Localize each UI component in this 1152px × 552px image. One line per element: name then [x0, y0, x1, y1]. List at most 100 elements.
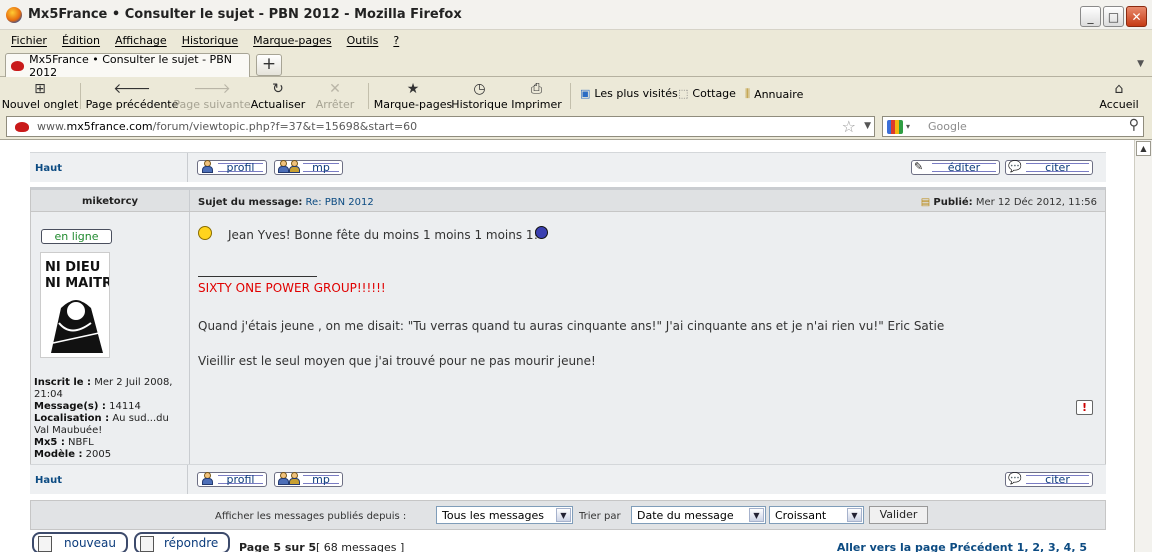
localisation-label: Localisation : [34, 413, 110, 424]
mp-button[interactable]: mp [274, 472, 343, 487]
firefox-logo-icon [6, 6, 22, 23]
menu-edition[interactable]: Édition [62, 34, 100, 47]
annuaire-label: Annuaire [754, 87, 804, 101]
stop-button[interactable]: ✕ Arrêter [316, 77, 355, 114]
menu-affichage[interactable]: Affichage [115, 34, 167, 47]
tab-bar: Mx5France • Consulter le sujet - PBN 201… [0, 51, 1152, 79]
minimize-button[interactable]: _ [1080, 6, 1101, 27]
navigation-toolbar: ⊞ Nouvel onglet 🡐 Page précédente 🡒 Page… [0, 77, 1152, 114]
subject-label: Sujet du message: [198, 197, 303, 208]
user-icon [202, 160, 213, 173]
haut-link[interactable]: Haut [35, 163, 62, 174]
google-logo-icon [887, 119, 903, 134]
profil-button[interactable]: profil [197, 472, 267, 487]
url-domain: mx5france.com [66, 120, 153, 133]
url-path: /forum/viewtopic.php?f=37&t=15698&start=… [152, 120, 418, 133]
menu-marque-pages[interactable]: Marque-pages [253, 34, 331, 47]
reply-button[interactable]: répondre [134, 532, 230, 552]
reload-icon: ↻ [272, 80, 284, 97]
reply-label: répondre [164, 536, 219, 550]
sort-select[interactable]: Date du message ▼ [631, 506, 766, 524]
haut-link[interactable]: Haut [35, 475, 62, 486]
site-favicon-icon [11, 61, 25, 71]
tab-list-chevron-icon[interactable]: ▼ [1137, 59, 1144, 69]
home-button[interactable]: ⌂ Accueil [1099, 77, 1139, 114]
editer-label: éditer [932, 162, 996, 173]
mp-button[interactable]: mp [274, 160, 343, 175]
tab-mx5france[interactable]: Mx5France • Consulter le sujet - PBN 201… [5, 53, 250, 79]
valider-button[interactable]: Valider [869, 506, 928, 524]
printer-icon: ⎙ [530, 80, 543, 97]
home-label: Accueil [1099, 98, 1139, 111]
report-button[interactable]: ! [1076, 400, 1093, 415]
subject-value[interactable]: Re: PBN 2012 [306, 197, 374, 208]
menu-fichier[interactable]: Fichier [11, 34, 47, 47]
reload-label: Actualiser [250, 98, 306, 111]
signature-divider [198, 276, 317, 277]
post-author[interactable]: miketorcy [31, 196, 189, 207]
bookmark-annuaire[interactable]: ⫼ Annuaire [745, 87, 803, 101]
citer-button[interactable]: 💬 citer [1005, 160, 1093, 175]
editer-button[interactable]: ✎ éditer [911, 160, 1000, 175]
mx5-label: Mx5 : [34, 437, 65, 448]
menu-help[interactable]: ? [393, 34, 399, 47]
pencil-icon: ✎ [914, 160, 924, 173]
print-button[interactable]: ⎙ Imprimer [511, 77, 562, 114]
engine-chevron-icon[interactable]: ▾ [906, 122, 910, 131]
new-tab-label: Nouvel onglet [1, 98, 79, 111]
post-line-3: Vieillir est le seul moyen que j'ai trou… [198, 354, 596, 368]
citer-button[interactable]: 💬 citer [1005, 472, 1093, 487]
post-footer-row: Haut profil mp 💬 citer [30, 464, 1106, 494]
mp-label: mp [303, 162, 339, 173]
profil-button[interactable]: profil [197, 160, 267, 175]
post-line-2: Quand j'étais jeune , on me disait: "Tu … [198, 319, 945, 333]
url-dropdown-chevron-icon[interactable]: ▼ [864, 121, 871, 131]
profil-label: profil [218, 474, 263, 485]
order-select[interactable]: Croissant ▼ [769, 506, 864, 524]
profil-label: profil [218, 162, 263, 173]
published-label: Publié: [933, 197, 973, 208]
url-input[interactable]: www. mx5france.com/forum/viewtopic.php?f=… [6, 116, 875, 137]
reply-page-icon [140, 536, 154, 552]
bookmarks-button[interactable]: ★ Marque-pages [374, 77, 452, 114]
speech-bubble-icon: 💬 [1008, 472, 1022, 485]
user-icon [202, 472, 213, 485]
citer-label: citer [1026, 162, 1089, 173]
since-value: Tous les messages [442, 508, 544, 522]
bookmarks-label: Marque-pages [373, 98, 453, 111]
back-button[interactable]: 🡐 Page précédente [86, 77, 179, 114]
menu-outils[interactable]: Outils [347, 34, 379, 47]
online-status-badge: en ligne [41, 229, 112, 244]
order-value: Croissant [775, 508, 827, 522]
chevron-down-icon: ▼ [847, 508, 862, 522]
post-subject: Sujet du message: Re: PBN 2012 [198, 197, 374, 208]
maximize-button[interactable]: □ [1103, 6, 1124, 27]
clock-icon: ◷ [473, 80, 486, 97]
search-input[interactable]: ▾ Google ⚲ [882, 116, 1144, 137]
new-topic-button[interactable]: nouveau [32, 532, 128, 552]
scroll-up-chevron-icon[interactable]: ▲ [1136, 141, 1151, 156]
page-info: Page 5 sur 5 [239, 541, 317, 552]
avatar[interactable]: NI DIEU NI MAITRE! [40, 252, 110, 358]
reload-button[interactable]: ↻ Actualiser [251, 77, 306, 114]
since-select[interactable]: Tous les messages ▼ [436, 506, 573, 524]
bookmark-cottage[interactable]: ⬚ Cottage [678, 87, 736, 100]
forward-button[interactable]: 🡒 Page suivante [173, 77, 250, 114]
bookmark-star-icon[interactable]: ☆ [842, 117, 856, 136]
mp-label: mp [303, 474, 339, 485]
vertical-scrollbar[interactable]: ▲ [1134, 140, 1152, 552]
new-tab-button[interactable]: + [256, 54, 282, 76]
close-button[interactable]: ✕ [1126, 6, 1147, 27]
menu-historique[interactable]: Historique [182, 34, 238, 47]
post-footer-left: Haut [30, 153, 188, 182]
history-button[interactable]: ◷ Historique [451, 77, 507, 114]
bookmark-most-visited[interactable]: ▣ Les plus visités [580, 87, 678, 100]
stop-x-icon: ✕ [329, 80, 341, 97]
pagination[interactable]: Aller vers la page Précédent 1, 2, 3, 4,… [837, 541, 1087, 552]
url-prefix: www. [37, 120, 67, 133]
toolbar-separator [80, 83, 81, 109]
new-tab-toolbar-button[interactable]: ⊞ Nouvel onglet [2, 77, 79, 114]
search-icon[interactable]: ⚲ [1129, 117, 1139, 133]
citer-label: citer [1026, 474, 1089, 485]
search-placeholder: Google [928, 120, 967, 133]
